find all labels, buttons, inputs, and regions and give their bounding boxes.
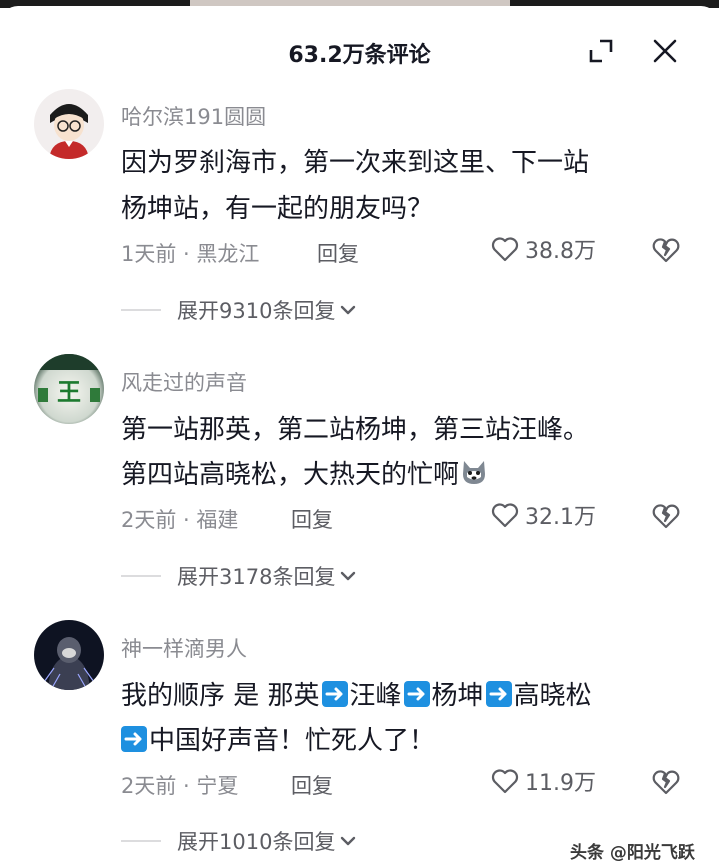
comment-meta: 2天前 · 宁夏 xyxy=(121,774,239,798)
avatar[interactable]: 王 xyxy=(34,354,104,424)
expand-replies-label: 展开3178条回复 xyxy=(177,565,336,589)
username[interactable]: 神一样滴男人 xyxy=(121,633,247,663)
right-arrow-emoji xyxy=(485,681,512,707)
comment-text: 杨坤 xyxy=(431,681,484,711)
comment-meta: 2天前 · 福建 xyxy=(121,508,239,532)
broken-heart-icon[interactable] xyxy=(652,768,680,796)
chevron-down-icon xyxy=(341,571,356,581)
avatar[interactable] xyxy=(34,620,104,690)
expand-replies-label: 展开9310条回复 xyxy=(177,299,336,323)
comment-text-line: 中国好声音！忙死人了！ xyxy=(121,720,435,757)
right-arrow-emoji xyxy=(121,726,147,752)
reply-button[interactable]: 回复 xyxy=(291,504,333,534)
comment-text: 汪峰 xyxy=(349,681,402,711)
like-button[interactable]: 38.8万 xyxy=(491,234,596,264)
comment-text: 中国好声音！忙死人了！ xyxy=(149,726,436,756)
like-count: 32.1万 xyxy=(525,505,596,530)
close-icon[interactable] xyxy=(650,36,680,66)
comment-meta: 1天前 · 黑龙江 xyxy=(121,242,260,266)
comment-text-line: 杨坤站，有一起的朋友吗？ xyxy=(121,194,434,224)
comment-text-line: 因为罗刹海市，第一次来到这里、下一站 xyxy=(121,148,590,178)
reply-button[interactable]: 回复 xyxy=(291,770,333,800)
svg-text:王: 王 xyxy=(57,378,81,406)
right-arrow-emoji xyxy=(321,681,348,707)
comment-text-line: 第一站那英，第二站杨坤，第三站汪峰。 xyxy=(121,415,590,445)
heart-outline-icon xyxy=(491,237,519,262)
expand-replies-button[interactable]: 展开1010条回复 xyxy=(121,826,359,856)
like-button[interactable]: 32.1万 xyxy=(491,500,596,530)
wolf-emoji xyxy=(459,457,489,487)
comment-text: 第四站高晓松，大热天的忙啊 xyxy=(121,460,460,490)
like-count: 38.8万 xyxy=(525,239,596,264)
minimize-icon[interactable] xyxy=(586,36,616,66)
divider xyxy=(121,575,161,577)
heart-outline-icon xyxy=(491,503,519,528)
like-count: 11.9万 xyxy=(525,771,596,796)
broken-heart-icon[interactable] xyxy=(652,502,680,530)
reply-button[interactable]: 回复 xyxy=(317,238,359,268)
username[interactable]: 哈尔滨191圆圆 xyxy=(121,101,266,131)
comment-sheet: 63.2万条评论 哈尔滨191圆圆 因为罗刹海市，第一次来到这里、下一站 杨坤站… xyxy=(0,6,719,867)
comment-text: 我的顺序 是 那英 xyxy=(121,681,320,711)
divider xyxy=(121,840,161,842)
expand-replies-button[interactable]: 展开9310条回复 xyxy=(121,295,359,325)
avatar[interactable] xyxy=(34,89,104,159)
username[interactable]: 风走过的声音 xyxy=(121,367,247,397)
watermark: 头条 @阳光飞跃 xyxy=(570,843,695,863)
expand-replies-label: 展开1010条回复 xyxy=(177,830,336,854)
expand-replies-button[interactable]: 展开3178条回复 xyxy=(121,561,359,591)
heart-outline-icon xyxy=(491,769,519,794)
comment-text: 高晓松 xyxy=(513,681,592,711)
divider xyxy=(121,309,161,311)
like-button[interactable]: 11.9万 xyxy=(491,766,596,796)
comment-text-line: 第四站高晓松，大热天的忙啊 xyxy=(121,454,489,491)
broken-heart-icon[interactable] xyxy=(652,236,680,264)
chevron-down-icon xyxy=(341,305,356,315)
comment-text-line: 我的顺序 是 那英 汪峰 杨坤 高晓松 xyxy=(121,675,592,712)
chevron-down-icon xyxy=(341,836,356,846)
right-arrow-emoji xyxy=(403,681,430,707)
